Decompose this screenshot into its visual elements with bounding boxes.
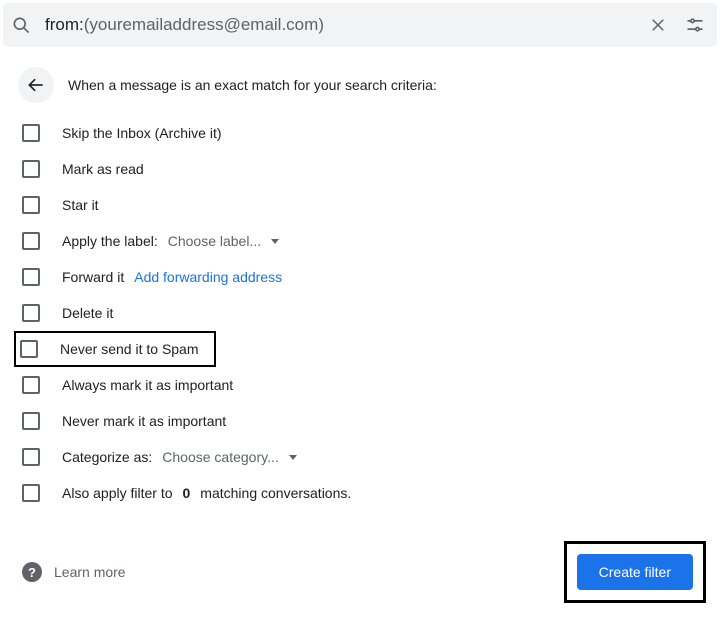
label-skip-inbox: Skip the Inbox (Archive it) <box>62 125 222 141</box>
checkbox-star-it[interactable] <box>22 196 40 214</box>
label-mark-read: Mark as read <box>62 161 144 177</box>
label-forward-it: Forward it Add forwarding address <box>62 269 282 285</box>
search-input[interactable]: from:(youremailaddress@email.com) <box>45 15 635 35</box>
search-close-paren: ) <box>318 15 324 35</box>
dropdown-choose-category-text: Choose category... <box>162 449 278 465</box>
filter-header: When a message is an exact match for you… <box>0 47 720 115</box>
checkbox-categorize-as[interactable] <box>22 448 40 466</box>
option-always-important: Always mark it as important <box>18 367 708 403</box>
label-also-apply: Also apply filter to 0 matching conversa… <box>62 485 351 501</box>
label-never-spam: Never send it to Spam <box>60 341 199 357</box>
checkbox-delete-it[interactable] <box>22 304 40 322</box>
label-always-important: Always mark it as important <box>62 377 233 393</box>
label-categorize-as: Categorize as: Choose category... <box>62 449 297 465</box>
header-text: When a message is an exact match for you… <box>68 77 437 93</box>
chevron-down-icon <box>289 455 297 460</box>
option-never-important: Never mark it as important <box>18 403 708 439</box>
checkbox-never-important[interactable] <box>22 412 40 430</box>
option-never-spam: Never send it to Spam <box>14 331 216 367</box>
checkbox-skip-inbox[interactable] <box>22 124 40 142</box>
option-star-it: Star it <box>18 187 708 223</box>
text-also-apply-count: 0 <box>183 485 191 501</box>
option-skip-inbox: Skip the Inbox (Archive it) <box>18 115 708 151</box>
footer-left: ? Learn more <box>22 562 126 582</box>
option-apply-label: Apply the label: Choose label... <box>18 223 708 259</box>
label-star-it: Star it <box>62 197 99 213</box>
search-options-icon[interactable] <box>685 15 705 35</box>
close-icon[interactable] <box>649 16 667 34</box>
option-categorize-as: Categorize as: Choose category... <box>18 439 708 475</box>
help-icon[interactable]: ? <box>22 562 42 582</box>
checkbox-forward-it[interactable] <box>22 268 40 286</box>
back-button[interactable] <box>18 67 54 103</box>
search-prefix: from: <box>45 15 84 35</box>
filter-options: Skip the Inbox (Archive it) Mark as read… <box>0 115 720 511</box>
learn-more-link[interactable]: Learn more <box>54 564 126 580</box>
create-filter-highlight: Create filter <box>564 541 706 603</box>
checkbox-apply-label[interactable] <box>22 232 40 250</box>
search-icon <box>11 15 31 35</box>
link-add-forwarding[interactable]: Add forwarding address <box>134 269 282 285</box>
text-apply-label: Apply the label: <box>62 233 158 249</box>
option-delete-it: Delete it <box>18 295 708 331</box>
checkbox-never-spam[interactable] <box>20 340 38 358</box>
create-filter-button[interactable]: Create filter <box>577 554 693 590</box>
chevron-down-icon <box>271 239 279 244</box>
footer: ? Learn more Create filter <box>0 511 720 621</box>
dropdown-choose-category[interactable]: Choose category... <box>162 449 296 465</box>
label-delete-it: Delete it <box>62 305 113 321</box>
checkbox-also-apply[interactable] <box>22 484 40 502</box>
label-apply-label: Apply the label: Choose label... <box>62 233 279 249</box>
checkbox-always-important[interactable] <box>22 376 40 394</box>
label-never-important: Never mark it as important <box>62 413 226 429</box>
dropdown-choose-label-text: Choose label... <box>168 233 261 249</box>
search-email: youremailaddress@email.com <box>89 15 318 35</box>
text-also-apply-pre: Also apply filter to <box>62 485 173 501</box>
dropdown-choose-label[interactable]: Choose label... <box>168 233 279 249</box>
text-categorize-as: Categorize as: <box>62 449 152 465</box>
text-also-apply-post: matching conversations. <box>200 485 351 501</box>
option-also-apply: Also apply filter to 0 matching conversa… <box>18 475 708 511</box>
search-bar: from:(youremailaddress@email.com) <box>3 3 717 47</box>
option-forward-it: Forward it Add forwarding address <box>18 259 708 295</box>
text-forward-it: Forward it <box>62 269 124 285</box>
checkbox-mark-read[interactable] <box>22 160 40 178</box>
option-mark-read: Mark as read <box>18 151 708 187</box>
